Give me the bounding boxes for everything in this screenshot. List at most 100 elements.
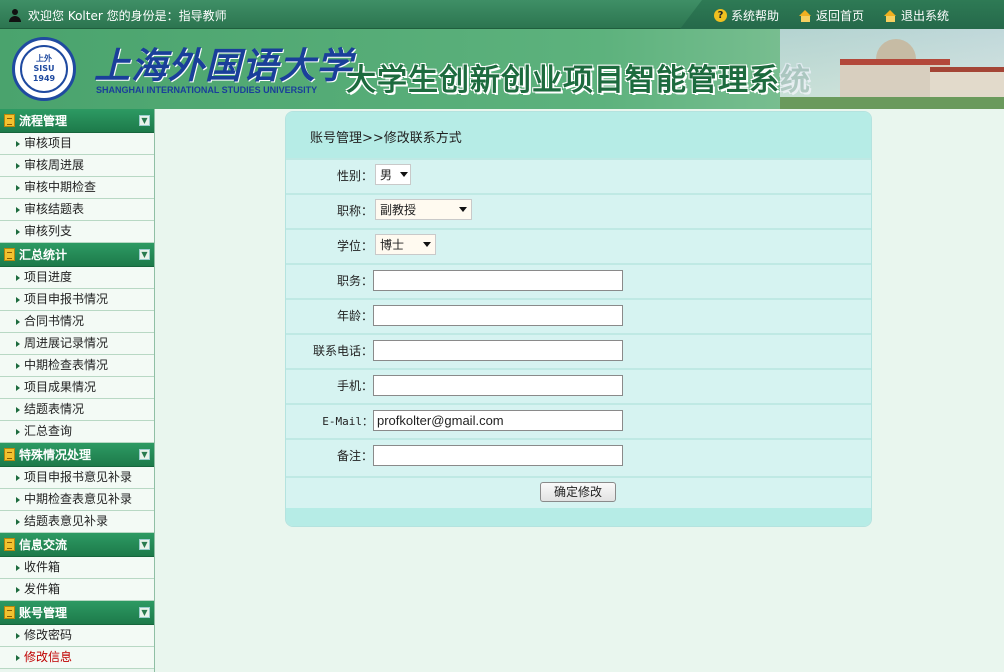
age-label: 年龄： [336, 309, 373, 323]
arrow-right-icon [16, 497, 20, 503]
arrow-right-icon [16, 407, 20, 413]
age-row: 年龄： [286, 298, 871, 328]
mobile-label: 手机： [336, 379, 373, 393]
sidebar-group-title: 流程管理 [19, 114, 68, 128]
sidebar-item-edit-info[interactable]: 修改信息 [0, 647, 154, 669]
email-input[interactable] [373, 410, 623, 431]
arrow-right-icon [16, 429, 20, 435]
sidebar-item-review-project[interactable]: 审核项目 [0, 133, 154, 155]
sidebar-group-account[interactable]: 账号管理 ▼ [0, 601, 154, 625]
sidebar-item-application-comments[interactable]: 项目申报书意见补录 [0, 467, 154, 489]
home-link[interactable]: 返回首页 [799, 7, 864, 24]
submit-button[interactable]: 确定修改 [540, 482, 616, 502]
collapse-icon[interactable]: ▼ [139, 607, 150, 618]
remark-input[interactable] [373, 445, 623, 466]
sidebar-item-review-expense[interactable]: 审核列支 [0, 221, 154, 243]
sidebar-item-outbox[interactable]: 发件箱 [0, 579, 154, 601]
panel-footer [286, 508, 871, 526]
sidebar-item-final-status[interactable]: 结题表情况 [0, 399, 154, 421]
position-input[interactable] [373, 270, 623, 291]
gender-select-value: 男 [380, 168, 393, 182]
position-row: 职务： [286, 263, 871, 293]
chevron-down-icon [400, 172, 409, 177]
gender-select[interactable]: 男 [375, 164, 411, 185]
sidebar-group-title: 汇总统计 [19, 248, 68, 262]
title-select-value: 副教授 [380, 203, 417, 217]
user-icon [8, 8, 22, 23]
help-link-label: 系统帮助 [731, 9, 780, 23]
arrow-right-icon [16, 297, 20, 303]
sidebar-group-special[interactable]: 特殊情况处理 ▼ [0, 443, 154, 467]
welcome-text: 欢迎您 Kolter 您的身份是：指导教师 [28, 9, 227, 23]
logout-home-icon [884, 9, 897, 22]
degree-row: 学位： 博士 [286, 228, 871, 258]
sidebar-item-midterm-comments[interactable]: 中期检查表意见补录 [0, 489, 154, 511]
logout-link[interactable]: 退出系统 [884, 7, 949, 24]
university-name-cn: 上海外国语大学 [94, 45, 354, 87]
degree-label: 学位： [336, 239, 373, 253]
remark-label: 备注： [336, 449, 373, 463]
arrow-right-icon [16, 385, 20, 391]
remark-row: 备注： [286, 438, 871, 468]
sidebar-item-results-status[interactable]: 项目成果情况 [0, 377, 154, 399]
collapse-icon[interactable]: ▼ [139, 449, 150, 460]
sidebar-item-midterm-status[interactable]: 中期检查表情况 [0, 355, 154, 377]
university-seal-logo: 上外 SISU 1949 [12, 37, 76, 101]
document-icon [4, 606, 15, 619]
sidebar-item-review-final[interactable]: 审核结题表 [0, 199, 154, 221]
sidebar-group-title: 信息交流 [19, 538, 68, 552]
arrow-right-icon [16, 275, 20, 281]
document-icon [4, 114, 15, 127]
document-icon [4, 248, 15, 261]
sidebar-item-summary-query[interactable]: 汇总查询 [0, 421, 154, 443]
title-select[interactable]: 副教授 [375, 199, 472, 220]
university-name-en: SHANGHAI INTERNATIONAL STUDIES UNIVERSIT… [96, 85, 318, 95]
arrow-right-icon [16, 141, 20, 147]
degree-select[interactable]: 博士 [375, 234, 436, 255]
sidebar-item-weekly-records[interactable]: 周进展记录情况 [0, 333, 154, 355]
arrow-right-icon [16, 519, 20, 525]
document-icon [4, 448, 15, 461]
title-row: 职称： 副教授 [286, 193, 871, 223]
welcome-area: 欢迎您 Kolter 您的身份是：指导教师 [8, 7, 227, 24]
degree-select-value: 博士 [380, 238, 405, 252]
top-bar: 欢迎您 Kolter 您的身份是：指导教师 ? 系统帮助 返回首页 退出系统 [0, 0, 1004, 29]
sidebar-item-review-midterm[interactable]: 审核中期检查 [0, 177, 154, 199]
help-link[interactable]: ? 系统帮助 [714, 7, 779, 24]
email-label: E-Mail： [322, 415, 373, 428]
sidebar-item-change-password[interactable]: 修改密码 [0, 625, 154, 647]
collapse-icon[interactable]: ▼ [139, 249, 150, 260]
sidebar-group-process[interactable]: 流程管理 ▼ [0, 109, 154, 133]
sidebar-item-progress[interactable]: 项目进度 [0, 267, 154, 289]
gender-row: 性别： 男 [286, 158, 871, 188]
arrow-right-icon [16, 565, 20, 571]
sidebar: 流程管理 ▼ 审核项目 审核周进展 审核中期检查 审核结题表 审核列支 汇总统计… [0, 109, 155, 672]
sidebar-item-application-status[interactable]: 项目申报书情况 [0, 289, 154, 311]
arrow-right-icon [16, 163, 20, 169]
breadcrumb: 账号管理>>修改联系方式 [286, 112, 871, 158]
sidebar-item-contract-status[interactable]: 合同书情况 [0, 311, 154, 333]
collapse-icon[interactable]: ▼ [139, 539, 150, 550]
chevron-down-icon [459, 207, 467, 212]
arrow-right-icon [16, 185, 20, 191]
campus-image [780, 29, 1004, 109]
collapse-icon[interactable]: ▼ [139, 115, 150, 126]
sidebar-item-inbox[interactable]: 收件箱 [0, 557, 154, 579]
title-label: 职称： [336, 204, 373, 218]
submit-row: 确定修改 [286, 476, 871, 508]
top-links: ? 系统帮助 返回首页 退出系统 [714, 7, 949, 24]
phone-row: 联系电话： [286, 333, 871, 363]
email-row: E-Mail： [286, 403, 871, 433]
logout-link-label: 退出系统 [901, 9, 950, 23]
sidebar-group-title: 特殊情况处理 [19, 448, 92, 462]
position-label: 职务： [336, 274, 373, 288]
edit-contact-panel: 账号管理>>修改联系方式 性别： 男 职称： 副教授 学位： 博士 职务： 年龄… [285, 111, 872, 527]
sidebar-group-statistics[interactable]: 汇总统计 ▼ [0, 243, 154, 267]
document-icon [4, 538, 15, 551]
sidebar-group-messages[interactable]: 信息交流 ▼ [0, 533, 154, 557]
phone-input[interactable] [373, 340, 623, 361]
age-input[interactable] [373, 305, 623, 326]
sidebar-item-final-comments[interactable]: 结题表意见补录 [0, 511, 154, 533]
mobile-input[interactable] [373, 375, 623, 396]
sidebar-item-review-weekly[interactable]: 审核周进展 [0, 155, 154, 177]
